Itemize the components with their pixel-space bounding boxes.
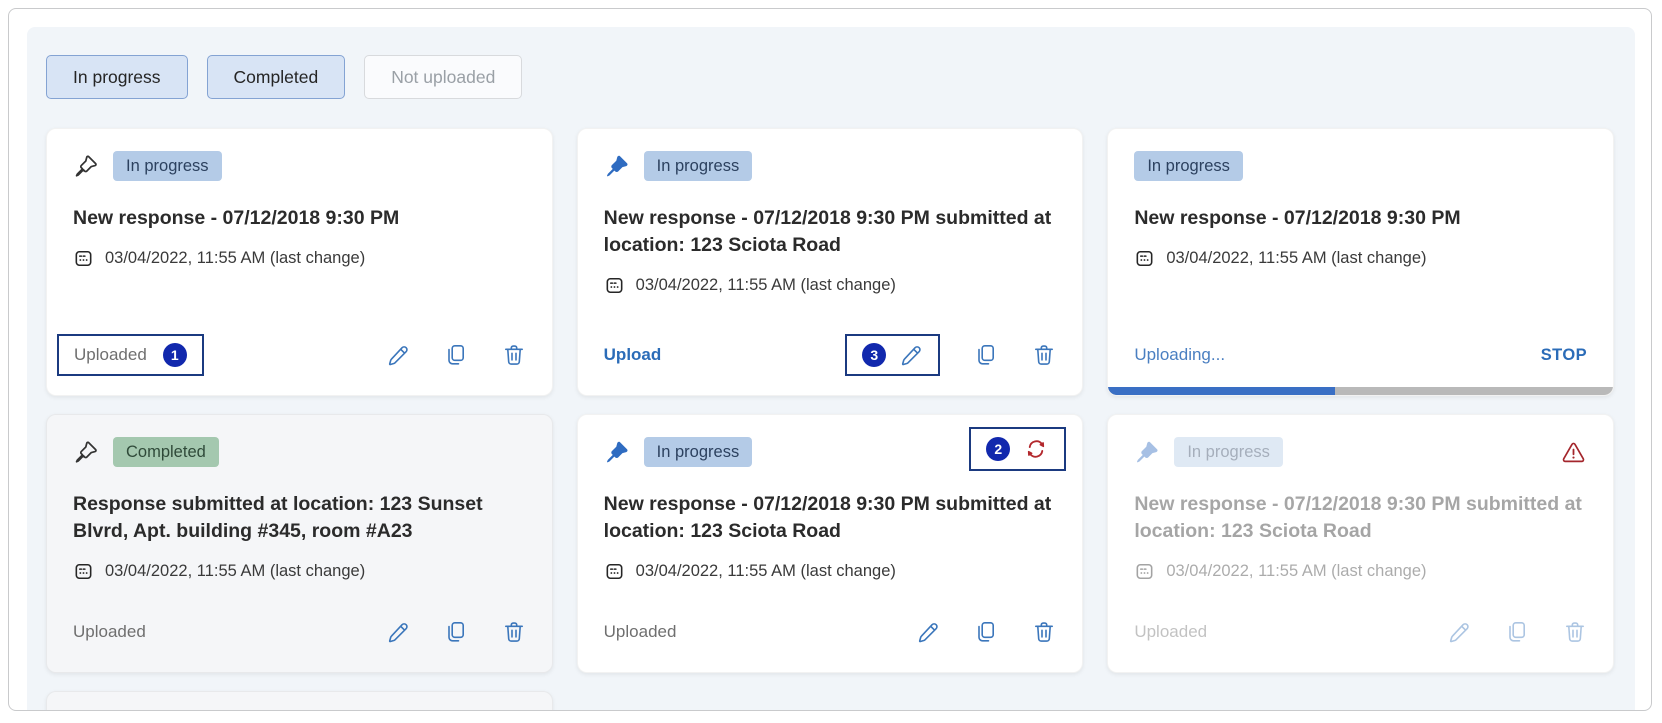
status-badge: In progress <box>644 437 753 467</box>
card-actions: 3 <box>845 334 1056 376</box>
card-title: New response - 07/12/2018 9:30 PM submit… <box>1134 491 1587 545</box>
status-filter-bar: In progress Completed Not uploaded <box>46 55 1614 99</box>
card-header: In progress <box>73 151 526 181</box>
last-change-row: 03/04/2022, 11:55 AM (last change) <box>604 561 1057 582</box>
pin-icon[interactable] <box>73 439 99 465</box>
card-title: New response - 07/12/2018 9:30 PM <box>73 205 526 232</box>
last-change-date: 03/04/2022, 11:55 AM (last change) <box>1166 562 1426 581</box>
card-actions <box>1447 620 1587 644</box>
card-footer: Uploaded 1 <box>73 331 526 379</box>
calendar-icon <box>604 275 625 296</box>
response-card-1[interactable]: In progress New response - 07/12/2018 9:… <box>46 128 553 396</box>
card-header: In progress <box>1134 437 1587 467</box>
pin-icon-filled[interactable] <box>604 439 630 465</box>
annotation-marker-3: 3 <box>862 343 886 367</box>
pin-icon[interactable] <box>73 153 99 179</box>
calendar-icon <box>73 248 94 269</box>
last-change-date: 03/04/2022, 11:55 AM (last change) <box>636 562 896 581</box>
delete-icon[interactable] <box>1032 343 1056 367</box>
status-badge: In progress <box>1134 151 1243 181</box>
card-footer: Uploaded <box>604 608 1057 656</box>
stop-upload-button[interactable]: STOP <box>1541 346 1587 365</box>
card-actions <box>386 620 526 644</box>
annotation-marker-2: 2 <box>986 437 1010 461</box>
filter-completed[interactable]: Completed <box>207 55 346 99</box>
upload-status: Uploaded <box>604 622 677 642</box>
edit-icon[interactable] <box>386 343 410 367</box>
card-title: New response - 07/12/2018 9:30 PM submit… <box>604 205 1057 259</box>
response-card-6: In progress New response - 07/12/2018 9:… <box>1107 414 1614 673</box>
status-badge: In progress <box>644 151 753 181</box>
upload-status: Uploaded <box>73 622 146 642</box>
upload-status: Uploaded <box>1134 622 1207 642</box>
response-card-partial[interactable] <box>46 691 553 711</box>
upload-link[interactable]: Upload <box>604 345 662 365</box>
annotation-box-1: Uploaded 1 <box>57 334 204 376</box>
upload-progress-bar <box>1108 387 1613 395</box>
delete-icon[interactable] <box>502 343 526 367</box>
upload-status: Uploaded <box>74 345 147 365</box>
filter-in-progress[interactable]: In progress <box>46 55 188 99</box>
calendar-icon <box>1134 561 1155 582</box>
last-change-row: 03/04/2022, 11:55 AM (last change) <box>1134 561 1587 582</box>
edit-icon[interactable] <box>386 620 410 644</box>
annotation-marker-1: 1 <box>163 343 187 367</box>
sync-icon[interactable] <box>1023 436 1049 462</box>
card-title: Response submitted at location: 123 Suns… <box>73 491 526 545</box>
last-change-date: 03/04/2022, 11:55 AM (last change) <box>636 276 896 295</box>
duplicate-icon <box>1505 620 1529 644</box>
last-change-date: 03/04/2022, 11:55 AM (last change) <box>105 249 365 268</box>
card-footer: Uploaded <box>1134 608 1587 656</box>
last-change-row: 03/04/2022, 11:55 AM (last change) <box>73 248 526 269</box>
last-change-row: 03/04/2022, 11:55 AM (last change) <box>1134 248 1587 269</box>
card-title: New response - 07/12/2018 9:30 PM submit… <box>604 491 1057 545</box>
upload-progress-fill <box>1108 387 1335 395</box>
last-change-row: 03/04/2022, 11:55 AM (last change) <box>604 275 1057 296</box>
card-footer: Uploading... STOP <box>1134 331 1587 379</box>
upload-error-icon <box>1560 439 1587 466</box>
duplicate-icon[interactable] <box>974 620 998 644</box>
calendar-icon <box>604 561 625 582</box>
edit-icon[interactable] <box>916 620 940 644</box>
card-footer: Uploaded <box>73 608 526 656</box>
responses-panel: In progress Completed Not uploaded In pr… <box>27 27 1635 711</box>
card-footer: Upload 3 <box>604 331 1057 379</box>
status-badge: In progress <box>113 151 222 181</box>
card-title: New response - 07/12/2018 9:30 PM <box>1134 205 1587 232</box>
response-card-4[interactable]: Completed Response submitted at location… <box>46 414 553 673</box>
response-card-2[interactable]: In progress New response - 07/12/2018 9:… <box>577 128 1084 396</box>
response-card-5[interactable]: In progress 2 New response - 07/12/2018 … <box>577 414 1084 673</box>
response-card-3[interactable]: In progress New response - 07/12/2018 9:… <box>1107 128 1614 396</box>
uploading-status: Uploading... <box>1134 345 1225 365</box>
last-change-row: 03/04/2022, 11:55 AM (last change) <box>73 561 526 582</box>
duplicate-icon[interactable] <box>444 343 468 367</box>
status-badge: In progress <box>1174 437 1283 467</box>
delete-icon[interactable] <box>502 620 526 644</box>
duplicate-icon[interactable] <box>974 343 998 367</box>
pin-icon-filled <box>1134 439 1160 465</box>
last-change-date: 03/04/2022, 11:55 AM (last change) <box>105 562 365 581</box>
edit-icon <box>1447 620 1471 644</box>
status-badge: Completed <box>113 437 219 467</box>
calendar-icon <box>73 561 94 582</box>
duplicate-icon[interactable] <box>444 620 468 644</box>
delete-icon[interactable] <box>1032 620 1056 644</box>
pin-icon-filled[interactable] <box>604 153 630 179</box>
last-change-date: 03/04/2022, 11:55 AM (last change) <box>1166 249 1426 268</box>
annotation-box-3: 3 <box>845 334 940 376</box>
edit-icon[interactable] <box>899 343 923 367</box>
card-actions <box>386 343 526 367</box>
card-actions <box>916 620 1056 644</box>
app-frame: In progress Completed Not uploaded In pr… <box>8 8 1652 711</box>
annotation-box-2: 2 <box>969 427 1066 471</box>
card-header: In progress <box>1134 151 1587 181</box>
calendar-icon <box>1134 248 1155 269</box>
filter-not-uploaded[interactable]: Not uploaded <box>364 55 522 99</box>
response-card-grid: In progress New response - 07/12/2018 9:… <box>46 128 1614 711</box>
card-header: Completed <box>73 437 526 467</box>
card-header: In progress <box>604 151 1057 181</box>
delete-icon <box>1563 620 1587 644</box>
